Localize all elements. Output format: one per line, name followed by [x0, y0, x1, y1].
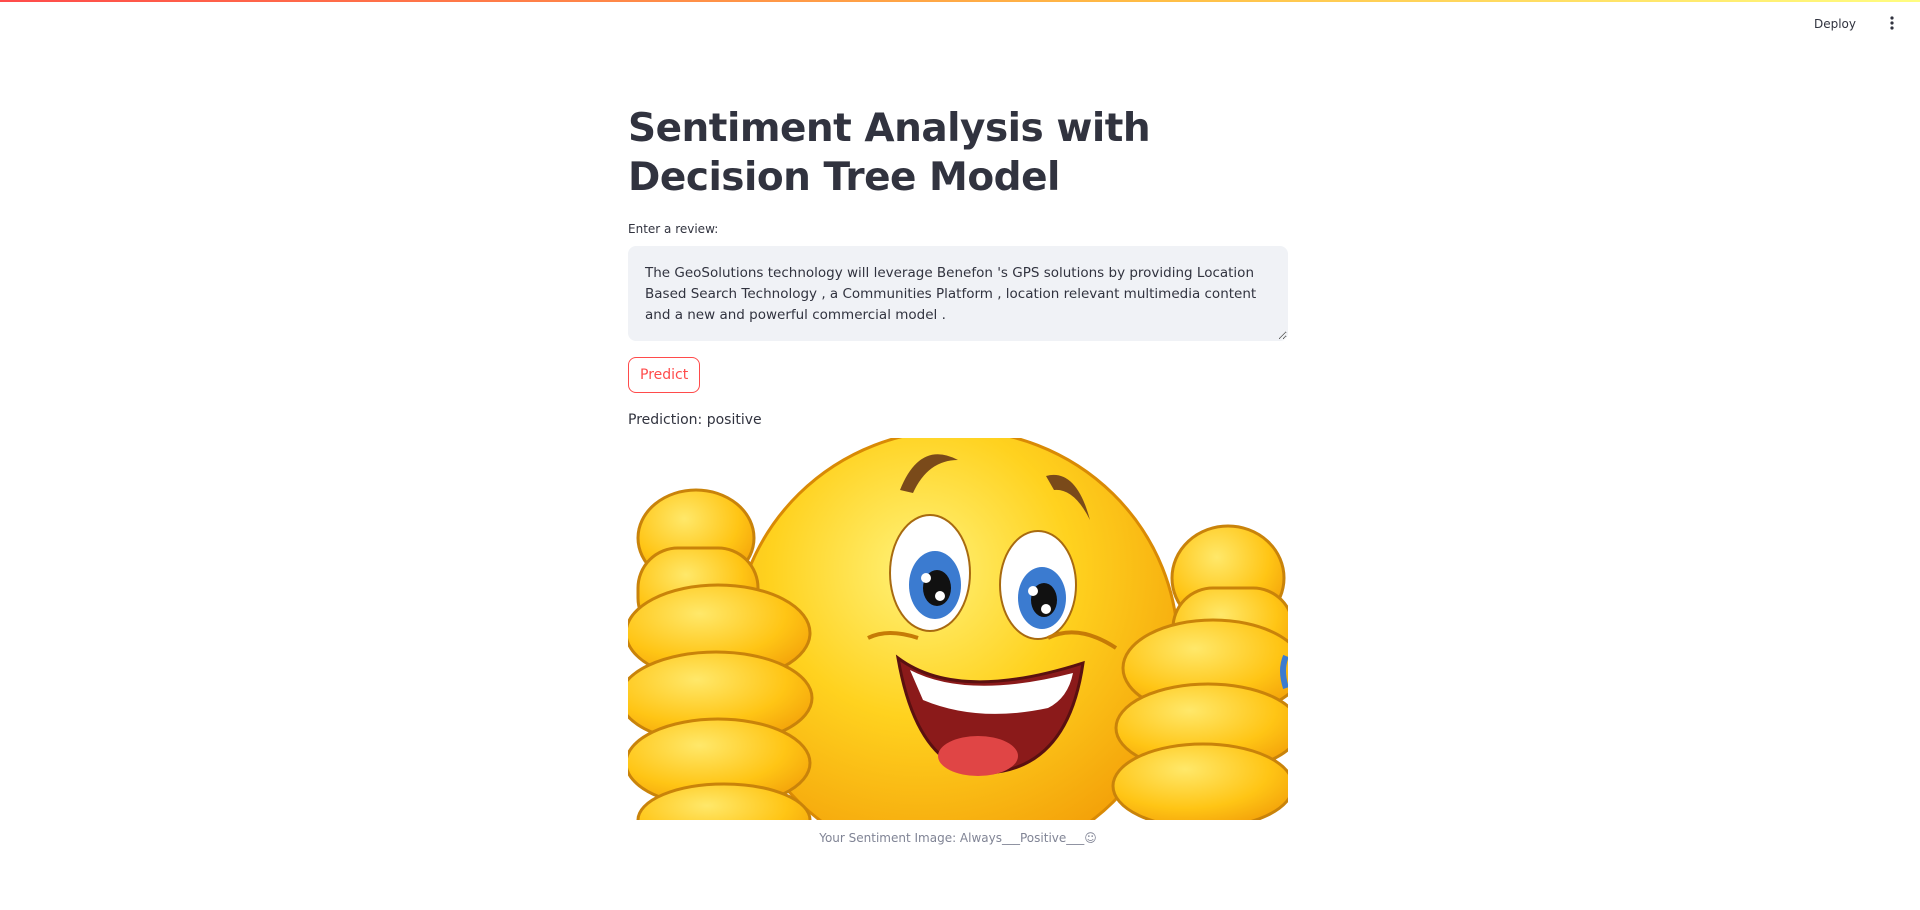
page-title: Sentiment Analysis with Decision Tree Mo…: [628, 106, 1151, 200]
image-caption: Your Sentiment Image: Always___Positive_…: [819, 831, 1097, 845]
thumbs-up-smiley-icon: [628, 438, 1288, 820]
sentiment-image: [628, 438, 1288, 820]
predict-button[interactable]: Predict: [628, 357, 701, 393]
kebab-menu-icon: [1890, 15, 1894, 33]
main-menu-button[interactable]: [1878, 10, 1906, 38]
review-textarea[interactable]: The GeoSolutions technology will leverag…: [628, 246, 1288, 341]
review-label: Enter a review:: [628, 222, 719, 236]
app-header: Deploy: [0, 2, 1920, 44]
main-content: Sentiment Analysis with Decision Tree Mo…: [628, 104, 1288, 845]
prediction-result: Prediction: positive: [628, 412, 762, 428]
deploy-button[interactable]: Deploy: [1808, 10, 1862, 38]
